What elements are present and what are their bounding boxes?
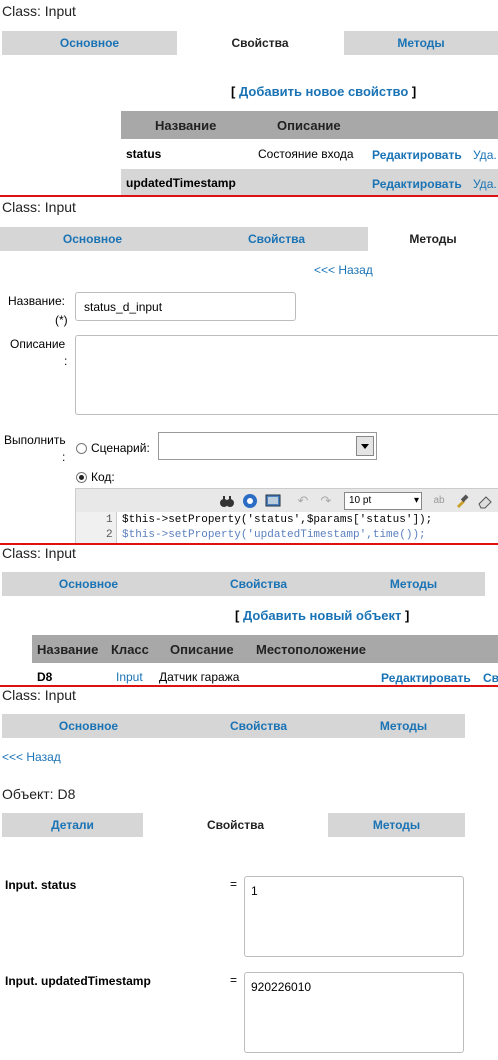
property-label: Input. status — [5, 878, 77, 892]
chevron-down-icon: ▾ — [413, 495, 419, 506]
monitor-icon[interactable] — [265, 493, 281, 509]
add-object-link[interactable]: Добавить новый объект — [243, 608, 401, 623]
globe-icon[interactable] — [242, 493, 258, 509]
equals-sign: = — [230, 973, 238, 987]
properties-link[interactable]: Св — [483, 671, 498, 685]
code-line: $this->setProperty('status',$params['sta… — [122, 514, 433, 526]
column-header-name: Название — [155, 118, 217, 133]
code-editor[interactable]: 1 $this->setProperty('status',$params['s… — [75, 512, 498, 544]
font-size-select[interactable]: 10 pt ▾ — [344, 492, 422, 510]
name-label: Название: — [8, 294, 65, 308]
column-header-location: Местоположение — [256, 642, 366, 657]
delete-link[interactable]: Уда. — [473, 148, 497, 162]
property-value-field[interactable]: 1 — [244, 876, 464, 957]
eraser-icon[interactable] — [477, 493, 493, 509]
add-property-link[interactable]: Добавить новое свойство — [239, 84, 408, 99]
dropdown-arrow-icon[interactable] — [356, 436, 374, 456]
tab-main[interactable]: Основное — [0, 227, 185, 251]
tab-methods[interactable]: Методы — [344, 31, 498, 55]
brush-icon[interactable] — [454, 493, 470, 509]
property-description: Состояние входа — [258, 147, 354, 161]
equals-sign: = — [230, 877, 238, 891]
column-header-description: Описание — [170, 642, 234, 657]
description-colon: : — [64, 354, 68, 368]
tab-methods[interactable]: Методы — [342, 572, 485, 596]
scenario-radio[interactable] — [76, 443, 87, 454]
editor-toolbar: ↶ ↷ 10 pt ▾ ab — [75, 488, 498, 514]
redo-icon[interactable]: ↷ — [318, 493, 334, 509]
description-field[interactable] — [75, 335, 498, 415]
table-row: D8 Input Датчик гаража Редактировать Св — [32, 663, 498, 687]
code-label: Код: — [91, 470, 115, 484]
edit-link[interactable]: Редактировать — [381, 671, 471, 685]
code-radio[interactable] — [76, 472, 87, 483]
tab-object-methods[interactable]: Методы — [328, 813, 465, 837]
tab-methods[interactable]: Методы — [342, 714, 465, 738]
tab-main[interactable]: Основное — [2, 714, 175, 738]
page-title: Class: Input — [2, 199, 76, 215]
bracket-close: ] — [405, 608, 410, 623]
scenario-select[interactable] — [158, 432, 377, 460]
tab-main[interactable]: Основное — [2, 31, 177, 55]
property-name: updatedTimestamp — [126, 176, 236, 190]
back-link[interactable]: <<< Назад — [314, 263, 373, 277]
undo-icon[interactable]: ↶ — [295, 493, 311, 509]
edit-link[interactable]: Редактировать — [372, 148, 462, 162]
delete-link[interactable]: Уда. — [473, 177, 497, 191]
edit-link[interactable]: Редактировать — [372, 177, 462, 191]
object-name: D8 — [37, 670, 53, 684]
bracket-open: [ — [235, 608, 240, 623]
table-header: Название Описание — [121, 111, 498, 139]
back-link[interactable]: <<< Назад — [2, 750, 61, 764]
scenario-label: Сценарий: — [91, 441, 150, 455]
required-mark: (*) — [55, 313, 68, 327]
tab-object-properties[interactable]: Свойства — [143, 813, 328, 837]
column-header-name: Название — [37, 642, 99, 657]
code-line: $this->setProperty('updatedTimestamp',ti… — [122, 529, 426, 541]
binoculars-icon[interactable] — [219, 493, 235, 509]
object-class-link[interactable]: Input — [116, 670, 143, 684]
table-row: status Состояние входа Редактировать Уда… — [121, 139, 498, 169]
name-field[interactable]: status_d_input — [75, 292, 296, 321]
property-value-field[interactable]: 920226010 — [244, 972, 464, 1053]
tab-properties[interactable]: Свойства — [175, 714, 342, 738]
tab-properties[interactable]: Свойства — [175, 572, 342, 596]
property-value: 1 — [251, 884, 258, 898]
column-header-description: Описание — [277, 118, 341, 133]
font-size-value: 10 pt — [349, 495, 372, 506]
name-field-value: status_d_input — [84, 300, 163, 314]
line-number: 2 — [106, 529, 113, 541]
tab-properties[interactable]: Свойства — [177, 31, 343, 55]
table-row: updatedTimestamp Редактировать Уда. — [121, 169, 498, 195]
page-title: Class: Input — [2, 687, 76, 703]
page-title: Class: Input — [2, 545, 76, 561]
tab-details[interactable]: Детали — [2, 813, 143, 837]
bracket-open: [ — [231, 84, 236, 99]
objects-table-header: Название Класс Описание Местоположение — [32, 635, 498, 663]
property-name: status — [126, 147, 162, 161]
column-header-class: Класс — [111, 642, 149, 657]
description-label: Описание — [10, 337, 66, 351]
object-description: Датчик гаража — [159, 670, 240, 684]
spellcheck-icon[interactable]: ab — [431, 493, 447, 509]
property-value: 920226010 — [251, 980, 312, 994]
tab-main[interactable]: Основное — [2, 572, 175, 596]
line-number: 1 — [106, 514, 113, 526]
tab-properties[interactable]: Свойства — [185, 227, 368, 251]
add-property-link-wrap: [ Добавить новое свойство ] — [231, 84, 416, 99]
execute-label: Выполнить — [4, 433, 66, 447]
execute-colon: : — [62, 450, 66, 464]
tab-methods[interactable]: Методы — [368, 227, 498, 251]
panel-separator — [0, 195, 498, 197]
bracket-close: ] — [411, 84, 417, 99]
page-title: Class: Input — [2, 3, 76, 19]
add-object-link-wrap: [ Добавить новый объект ] — [235, 608, 409, 623]
property-label: Input. updatedTimestamp — [5, 974, 151, 988]
object-title: Объект: D8 — [2, 786, 76, 802]
